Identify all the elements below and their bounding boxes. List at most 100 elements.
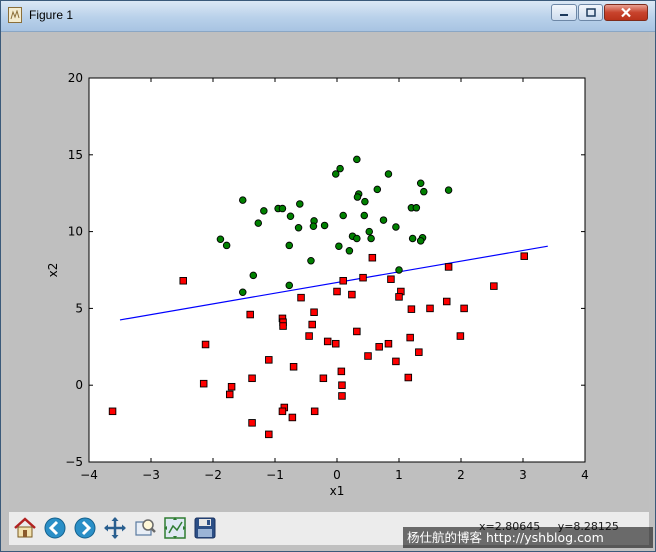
class-1-point: [373, 185, 382, 194]
class-1-point: [412, 204, 421, 212]
class-0-point: [265, 430, 273, 439]
class-0-point: [456, 332, 465, 340]
watermark: 杨仕航的博客 http://yshblog.com: [403, 527, 653, 548]
app-icon: [8, 7, 22, 23]
class-1-point: [332, 170, 340, 178]
y-tick-label: 15: [68, 148, 83, 162]
class-1-point: [309, 222, 318, 230]
close-button[interactable]: [604, 4, 648, 21]
class-0-point: [368, 253, 377, 262]
class-0-point: [338, 392, 346, 400]
class-0-point: [353, 327, 361, 336]
save-icon: [194, 517, 216, 539]
class-0-point: [289, 363, 298, 371]
class-0-point: [279, 322, 287, 330]
class-0-point: [395, 293, 403, 301]
class-0-point: [406, 333, 414, 342]
back-arrow-icon: [44, 517, 66, 539]
class-0-point: [520, 252, 528, 260]
class-0-point: [387, 275, 395, 283]
class-1-point: [307, 257, 315, 265]
class-0-point: [338, 381, 346, 389]
pan-button[interactable]: [101, 514, 129, 542]
class-0-point: [310, 308, 318, 316]
class-0-point: [404, 373, 413, 382]
class-1-point: [420, 187, 428, 196]
class-1-point: [361, 197, 369, 206]
save-button[interactable]: [191, 514, 219, 542]
class-1-point: [216, 235, 225, 244]
class-1-point: [353, 234, 361, 243]
class-0-point: [225, 390, 234, 399]
class-0-point: [332, 339, 340, 348]
class-0-point: [348, 290, 356, 299]
class-1-point: [444, 186, 453, 194]
class-0-point: [359, 273, 367, 282]
minimize-button[interactable]: [551, 4, 577, 21]
back-button[interactable]: [41, 514, 69, 542]
class-0-point: [288, 413, 297, 422]
forward-arrow-icon: [74, 517, 96, 539]
pan-icon: [104, 517, 126, 539]
class-0-point: [323, 337, 332, 346]
class-1-point: [249, 271, 258, 280]
class-0-point: [333, 287, 341, 296]
class-1-point: [320, 221, 329, 230]
class-0-point: [415, 348, 423, 356]
class-0-point: [278, 407, 287, 416]
class-1-point: [353, 193, 362, 201]
x-tick-label: 4: [581, 468, 589, 482]
class-1-point: [365, 227, 373, 236]
zoom-icon: [135, 519, 156, 536]
class-0-point: [364, 352, 372, 360]
title-bar[interactable]: Figure 1: [1, 1, 655, 32]
class-0-point: [199, 379, 208, 388]
class-1-point: [392, 223, 400, 231]
class-1-point: [239, 288, 247, 297]
forward-button[interactable]: [71, 514, 99, 542]
zoom-button[interactable]: [131, 514, 159, 542]
class-0-point: [310, 407, 319, 416]
class-0-point: [265, 356, 273, 364]
class-0-point: [392, 357, 400, 366]
x-tick-label: 2: [457, 468, 465, 482]
class-0-point: [384, 339, 393, 348]
class-1-point: [285, 241, 294, 250]
class-0-point: [248, 419, 256, 427]
class-0-point: [227, 382, 236, 391]
class-0-point: [490, 282, 498, 290]
class-0-point: [339, 277, 347, 285]
y-tick-label: −5: [65, 455, 83, 469]
configure-subplots-icon: [164, 517, 186, 539]
y-tick-label: 10: [68, 225, 83, 239]
class-0-point: [108, 407, 117, 416]
window-title: Figure 1: [29, 8, 74, 22]
class-1-point: [260, 207, 268, 215]
class-0-point: [375, 343, 383, 351]
class-1-point: [416, 237, 425, 245]
x-tick-label: 3: [519, 468, 527, 482]
y-axis-label: x2: [46, 263, 60, 278]
configure-subplots-button[interactable]: [161, 514, 189, 542]
class-1-point: [222, 241, 231, 250]
x-tick-label: −4: [80, 468, 98, 482]
home-icon: [14, 517, 36, 538]
class-0-point: [179, 277, 187, 285]
figure-canvas[interactable]: −4 −3 −2 −1 0 1 2 3 4 −5 0 5 10 15 20 x1 x2: [9, 32, 649, 512]
x-tick-label: 0: [333, 468, 341, 482]
y-tick-label: 20: [68, 71, 83, 85]
class-0-point: [426, 304, 434, 313]
maximize-button[interactable]: [578, 4, 603, 21]
class-0-point: [407, 305, 416, 313]
class-1-point: [294, 224, 303, 232]
class-1-point: [379, 216, 388, 224]
x-tick-label: −2: [204, 468, 222, 482]
scatter-plot: −4 −3 −2 −1 0 1 2 3 4 −5 0 5 10 15 20 x1 x2: [46, 71, 589, 498]
home-button[interactable]: [11, 514, 39, 542]
class-0-point: [246, 310, 254, 319]
close-icon: [621, 7, 631, 18]
class-1-point: [367, 234, 375, 243]
class-1-point: [345, 247, 354, 255]
class-0-point: [297, 293, 305, 302]
class-0-point: [442, 297, 451, 306]
